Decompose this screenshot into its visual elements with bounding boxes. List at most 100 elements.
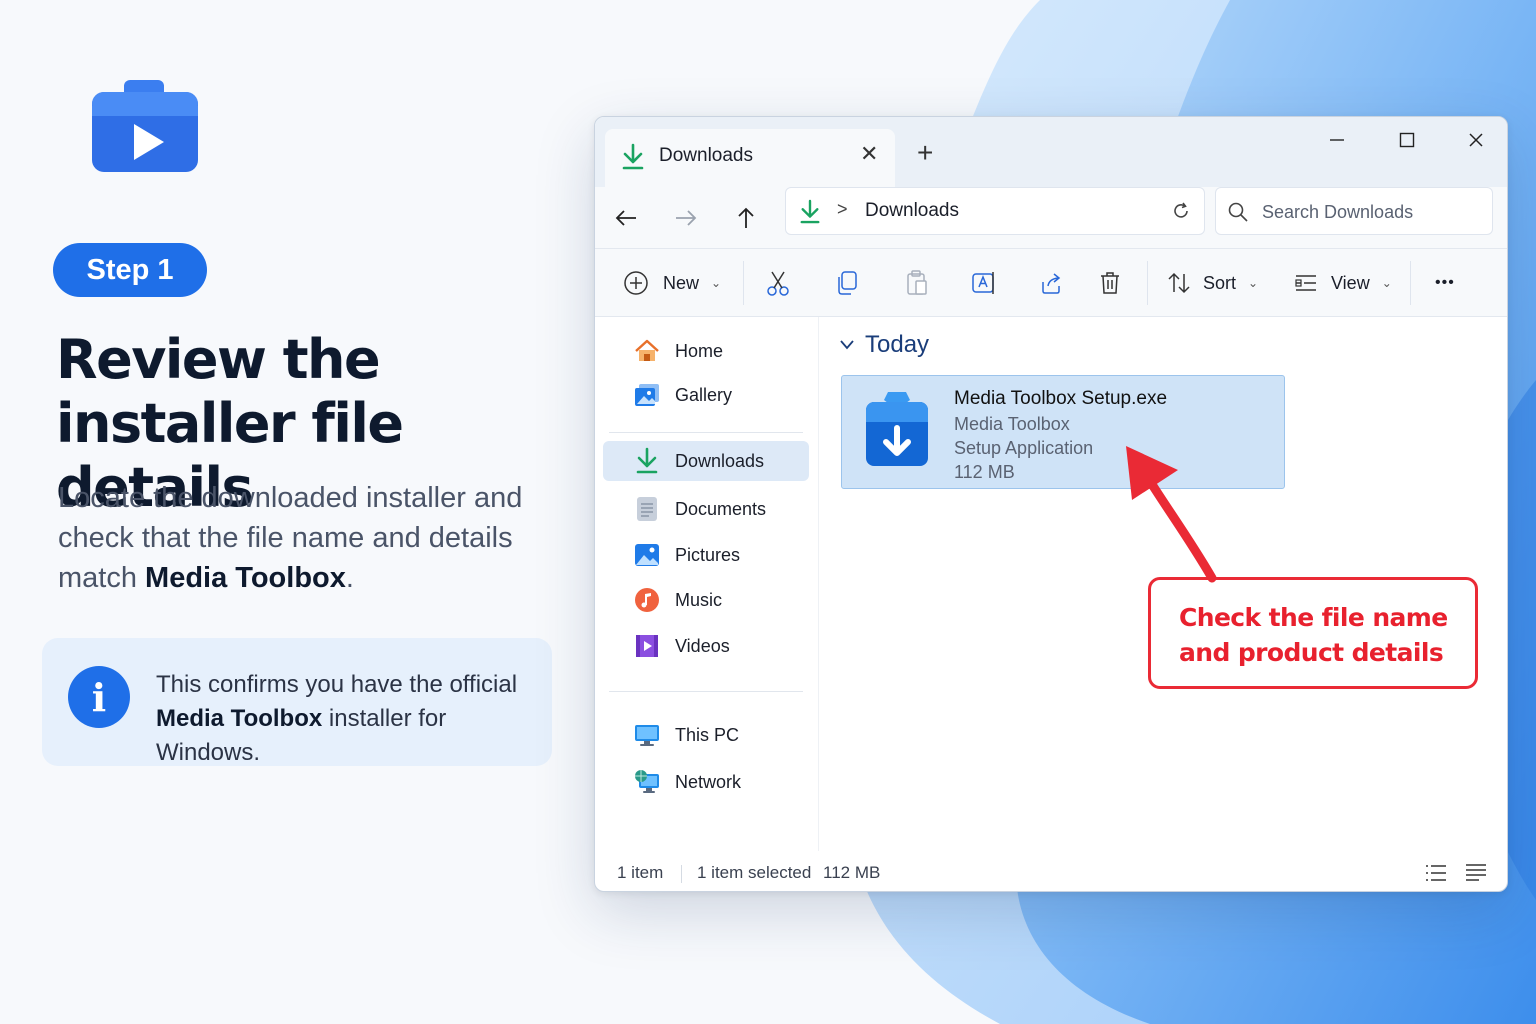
new-button[interactable]: New ⌄ [623,267,721,299]
share-button[interactable] [1039,267,1065,299]
sidebar-item-pictures[interactable]: Pictures [603,535,809,575]
paste-button[interactable] [905,267,929,299]
media-toolbox-logo [92,80,198,172]
rename-icon [972,272,994,294]
breadcrumb-separator: > [837,199,848,219]
new-tab-button[interactable]: + [917,137,933,169]
chevron-down-icon: ⌄ [1248,276,1259,290]
sidebar-item-music[interactable]: Music [603,580,809,620]
tab-downloads[interactable]: Downloads ✕ [605,129,895,187]
sort-label: Sort [1203,272,1237,293]
maximize-icon [1399,132,1415,148]
instruction-product-name: Media Toolbox [145,562,346,594]
status-divider [681,865,682,883]
home-icon [635,339,659,361]
cut-button[interactable] [765,267,791,299]
plus-circle-icon [624,271,648,295]
sidebar-divider [609,432,803,433]
sidebar-item-label: Pictures [675,544,741,565]
rename-button[interactable] [971,267,997,299]
close-window-button[interactable] [1452,125,1500,155]
address-field[interactable] [785,187,1205,235]
sidebar-item-label: Gallery [675,384,733,405]
back-button[interactable] [609,201,643,235]
trash-icon [1101,272,1119,294]
sidebar-item-downloads[interactable]: Downloads [603,441,809,481]
callout-line-2: and product details [1179,638,1444,667]
group-header-label: Today [865,331,930,358]
gallery-icon [635,384,659,406]
up-button[interactable] [729,201,763,235]
file-type: Setup Application [954,438,1094,458]
close-tab-icon[interactable]: ✕ [860,141,878,167]
instruction-text: Locate the downloaded installer and chec… [58,478,538,598]
breadcrumb[interactable]: Downloads [865,200,959,222]
download-arrow-icon [800,199,820,224]
installer-icon [866,392,928,466]
copy-icon [838,271,857,295]
refresh-icon[interactable] [1171,201,1191,221]
view-label: View [1331,272,1370,293]
status-item-count: 1 item [617,863,664,882]
callout-text: Check the file name and product details [1179,600,1469,670]
tiles-view-icon[interactable] [1465,863,1487,883]
info-product-name: Media Toolbox [156,705,323,732]
arrow-up-icon [738,207,754,228]
sidebar-item-home[interactable]: Home [603,331,809,371]
sidebar-item-network[interactable]: Network [603,762,809,802]
address-bar-row: > Downloads Search Downloads [595,187,1507,249]
toolbar-divider [1410,261,1411,305]
file-explorer-window: Downloads ✕ + > Downloads Search Downloa… [594,116,1508,892]
copy-button[interactable] [835,267,859,299]
pictures-icon [635,544,659,566]
info-text: This confirms you have the official Medi… [156,668,546,770]
arrow-left-icon [615,210,636,226]
download-arrow-icon [636,447,658,474]
navigation-pane: Home Gallery Downloads Documents Picture… [595,317,819,851]
paste-icon [907,270,927,295]
sort-button[interactable]: Sort ⌄ [1167,267,1258,299]
search-input[interactable]: Search Downloads [1215,187,1493,235]
address-bar[interactable]: > Downloads [785,187,1205,235]
instruction-end: . [345,562,354,594]
file-size: 112 MB [954,462,1015,482]
arrow-right-icon [676,210,697,226]
delete-button[interactable] [1098,267,1122,299]
maximize-button[interactable] [1383,125,1431,155]
videos-icon [636,635,658,657]
sidebar-item-gallery[interactable]: Gallery [603,375,809,415]
chevron-down-icon: ⌄ [1381,276,1392,290]
details-view-icon[interactable] [1425,863,1447,883]
sidebar-item-label: Videos [675,635,730,656]
sidebar-item-videos[interactable]: Videos [603,626,809,666]
command-bar: New ⌄ Sort ⌄ View ⌄ ••• [595,249,1507,317]
title-bar: Downloads ✕ + [595,117,1507,187]
more-options-button[interactable]: ••• [1435,267,1455,299]
sidebar-item-this-pc[interactable]: This PC [603,715,809,755]
minimize-button[interactable] [1313,125,1361,155]
status-selected-size: 112 MB [823,863,881,882]
group-header-today[interactable]: Today [839,331,929,359]
sort-icon [1168,272,1190,294]
view-button[interactable]: View ⌄ [1295,267,1392,299]
forward-button[interactable] [669,201,703,235]
status-selected: 1 item selected [697,863,812,882]
file-item-media-toolbox-setup[interactable]: Media Toolbox Setup.exe Media Toolbox Se… [841,375,1285,489]
sidebar-divider [609,691,803,692]
monitor-icon [635,725,659,746]
sidebar-item-label: Music [675,589,723,610]
step-badge: Step 1 [53,243,207,297]
file-company: Media Toolbox [954,414,1070,434]
annotation-callout: Check the file name and product details [1148,577,1478,689]
network-icon [635,770,659,793]
info-part-1: This confirms you have the official [156,671,518,698]
close-icon [1469,133,1483,147]
tab-title: Downloads [659,145,753,166]
sidebar-item-documents[interactable]: Documents [603,489,809,529]
music-icon [635,588,659,612]
headline-line-1: Review the [56,328,381,391]
sidebar-item-label: Home [675,340,724,361]
toolbar-divider [1147,261,1148,305]
sidebar-item-label: Network [675,771,742,792]
sidebar-item-label: Documents [675,498,767,519]
